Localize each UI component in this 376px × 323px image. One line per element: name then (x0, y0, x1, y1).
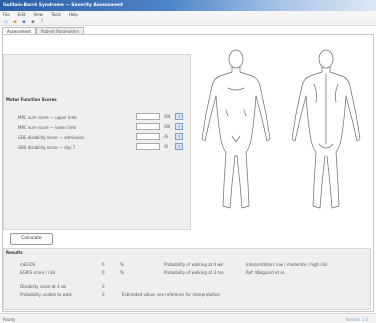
result-label: EGRIS score / risk (20, 270, 56, 275)
score-unit: /6 (164, 134, 168, 139)
score-list: MRC sum score — upper limb /60 ? MRC sum… (18, 112, 186, 152)
menu-bar: File Edit View Tools Help (0, 11, 376, 18)
body-back-figure[interactable] (286, 44, 366, 214)
result-unit: % (120, 270, 124, 275)
result-note: Probability of walking at 4 wk: (164, 262, 225, 267)
score-input[interactable] (136, 133, 160, 140)
score-input[interactable] (136, 143, 160, 150)
calculate-button[interactable]: Calculate (10, 233, 53, 245)
results-title: Results (6, 250, 23, 255)
score-row: GBS disability score — admission /6 ? (18, 132, 186, 142)
body-front-figure[interactable] (196, 44, 276, 214)
result-value: 0 (102, 284, 105, 289)
new-icon[interactable]: ▫ (3, 19, 9, 25)
result-label: mEGOS (20, 262, 36, 267)
score-row: MRC sum score — lower limb /60 ? (18, 122, 186, 132)
save-icon[interactable]: ▪ (21, 19, 27, 25)
score-row: MRC sum score — upper limb /60 ? (18, 112, 186, 122)
result-label: Disability score at 4 wk (20, 284, 67, 289)
print-icon[interactable]: ▪ (30, 19, 36, 25)
result-note: Probability of walking at 3 mo: (164, 270, 225, 275)
result-note: Interpretation: low / moderate / high ri… (246, 262, 328, 267)
score-label: MRC sum score — upper limb (18, 114, 77, 120)
scores-title: Motor Function Scores (6, 97, 57, 102)
result-unit: % (120, 262, 124, 267)
score-help-button[interactable]: ? (175, 123, 183, 130)
open-icon[interactable]: ▪ (12, 19, 18, 25)
version-text: Version 1.0 (345, 317, 368, 322)
window-title-bar: Guillain-Barré Syndrome — Severity Asses… (0, 0, 376, 11)
score-input[interactable] (136, 123, 160, 130)
tab-strip: Assessment Patient Parameters (2, 27, 85, 34)
score-label: GBS disability score — admission (18, 134, 85, 140)
score-unit: /60 (164, 114, 171, 119)
result-label: Probability unable to walk (20, 292, 72, 297)
score-help-button[interactable]: ? (175, 143, 183, 150)
score-unit: /6 (164, 144, 168, 149)
window-title: Guillain-Barré Syndrome — Severity Asses… (3, 3, 124, 8)
score-help-button[interactable]: ? (175, 113, 183, 120)
status-text: Ready (3, 317, 16, 322)
score-row: GBS disability score — day 7 /6 ? (18, 142, 186, 152)
results-panel (3, 248, 371, 310)
tab-patient-parameters[interactable]: Patient Parameters (36, 27, 85, 34)
score-help-button[interactable]: ? (175, 133, 183, 140)
result-footnote: Estimated value; see reference for inter… (122, 292, 221, 297)
tab-assessment[interactable]: Assessment (2, 27, 36, 34)
toolbar: ▫ ▪ ▪ ▪ ? (0, 18, 376, 26)
score-unit: /60 (164, 124, 171, 129)
status-bar: Ready Version 1.0 (0, 313, 376, 323)
result-value: 0 (102, 292, 105, 297)
score-label: MRC sum score — lower limb (18, 124, 77, 130)
help-icon[interactable]: ? (39, 19, 45, 25)
result-value: 0 (102, 270, 105, 275)
score-label: GBS disability score — day 7 (18, 144, 76, 150)
result-note: Ref: Walgaard et al. (246, 270, 286, 275)
score-input[interactable] (136, 113, 160, 120)
result-value: 0 (102, 262, 105, 267)
